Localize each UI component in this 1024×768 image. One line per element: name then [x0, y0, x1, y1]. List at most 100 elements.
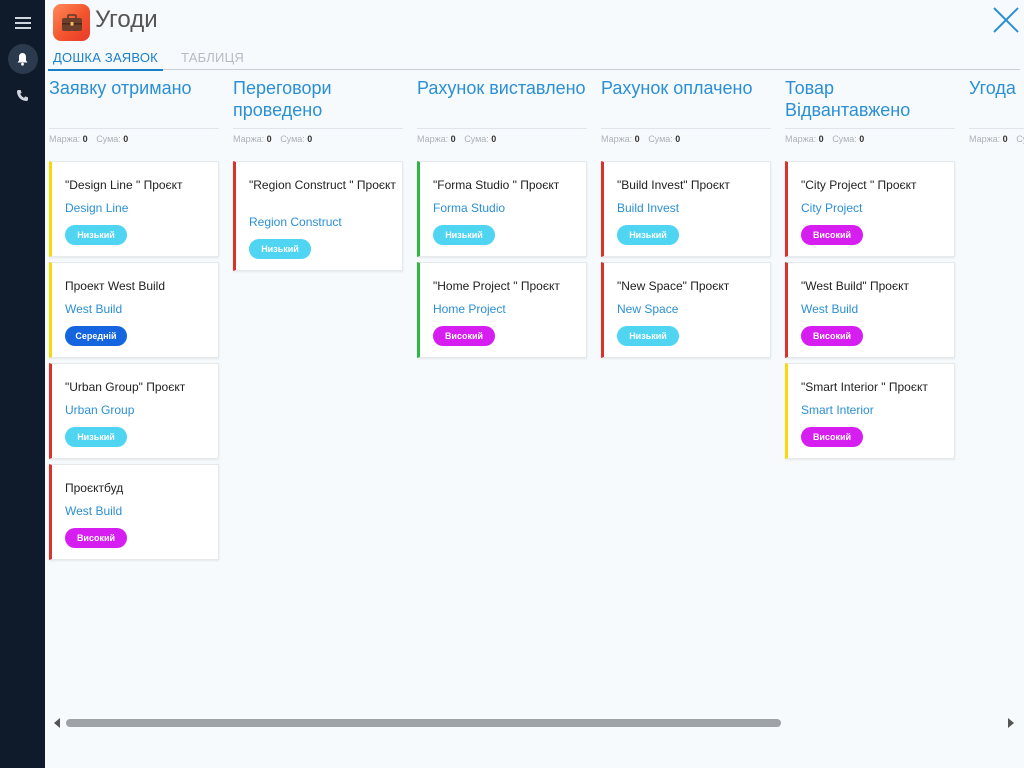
priority-badge: Високий	[433, 326, 495, 346]
margin-value: 0	[1002, 134, 1008, 144]
column-stats: Маржа: 0 Сума: 0	[233, 128, 403, 146]
client-link[interactable]: Build Invest	[617, 201, 679, 215]
deal-title: Проект West Build	[65, 279, 165, 293]
sum-value: 0	[675, 134, 681, 144]
column-title: Рахунок оплачено	[601, 78, 753, 98]
client-link[interactable]: West Build	[65, 504, 122, 518]
menu-button[interactable]	[0, 6, 45, 40]
margin-label: Маржа:	[969, 134, 1001, 144]
client-link[interactable]: New Space	[617, 302, 678, 316]
column-stats: Маржа: 0 Сума: 0	[417, 128, 587, 146]
priority-badge: Високий	[801, 427, 863, 447]
scroll-left-arrow-icon[interactable]	[54, 718, 60, 728]
priority-badge: Низький	[433, 225, 495, 245]
close-button[interactable]	[990, 4, 1022, 36]
priority-badge: Низький	[617, 225, 679, 245]
notifications-button[interactable]	[0, 42, 45, 76]
deal-title: "Build Invest" Проєкт	[617, 178, 730, 192]
sum-label: Сума:	[1016, 134, 1024, 144]
margin-label: Маржа:	[785, 134, 817, 144]
sum-value: 0	[123, 134, 129, 144]
deal-title: "Forma Studio " Проєкт	[433, 178, 560, 192]
column-stats: Маржа: 0 Сума: 0	[49, 128, 219, 146]
tab-table[interactable]: Таблиця	[181, 50, 244, 65]
scrollbar-thumb[interactable]	[66, 719, 781, 727]
margin-label: Маржа:	[49, 134, 81, 144]
priority-badge: Низький	[65, 225, 127, 245]
sum-label: Сума:	[464, 134, 489, 144]
client-link[interactable]: West Build	[801, 302, 858, 316]
page-title: Угоди	[95, 6, 158, 33]
column-stats: Маржа: 0 Сума: 0	[969, 128, 1024, 146]
phone-icon	[17, 89, 28, 101]
priority-badge: Низький	[617, 326, 679, 346]
close-icon	[993, 7, 1019, 33]
scroll-right-arrow-icon[interactable]	[1008, 718, 1014, 728]
column-stats: Маржа: 0 Сума: 0	[785, 128, 955, 146]
deal-card[interactable]: "West Build" Проєкт West Build Високий	[785, 262, 955, 358]
deal-card[interactable]: "City Project " Проєкт City Project Висо…	[785, 161, 955, 257]
column-title: Угода	[969, 78, 1016, 98]
deal-card[interactable]: Проект West Build West Build Середній	[49, 262, 219, 358]
priority-badge: Низький	[65, 427, 127, 447]
sum-label: Сума:	[280, 134, 305, 144]
client-link[interactable]: Home Project	[433, 302, 506, 316]
view-tabs: Дошка заявок Таблиця	[48, 48, 1020, 71]
margin-value: 0	[818, 134, 824, 144]
margin-value: 0	[82, 134, 88, 144]
priority-badge: Високий	[801, 225, 863, 245]
deal-card[interactable]: "Smart Interior " Проєкт Smart Interior …	[785, 363, 955, 459]
margin-value: 0	[266, 134, 272, 144]
deal-card[interactable]: "Urban Group" Проєкт Urban Group Низький	[49, 363, 219, 459]
deal-card[interactable]: "Region Construct " Проєкт Region Constr…	[233, 161, 403, 271]
deal-title: "New Space" Проєкт	[617, 279, 730, 293]
priority-badge: Низький	[249, 239, 311, 259]
calls-button[interactable]	[0, 78, 45, 112]
client-link[interactable]: Smart Interior	[801, 403, 874, 417]
board-horizontal-scrollbar[interactable]	[52, 716, 1018, 730]
client-link[interactable]: Urban Group	[65, 403, 134, 417]
deal-title: "Urban Group" Проєкт	[65, 380, 186, 394]
deal-title: "Region Construct " Проєкт	[249, 178, 396, 192]
column-stats: Маржа: 0 Сума: 0	[601, 128, 771, 146]
sum-label: Сума:	[648, 134, 673, 144]
deal-card[interactable]: "New Space" Проєкт New Space Низький	[601, 262, 771, 358]
margin-label: Маржа:	[601, 134, 633, 144]
deal-title: "Design Line " Проєкт	[65, 178, 183, 192]
tab-board[interactable]: Дошка заявок	[48, 50, 163, 71]
column-title: Рахунок виставлено	[417, 78, 586, 98]
margin-label: Маржа:	[233, 134, 265, 144]
column-title: Товар Відвантавжено	[785, 78, 911, 120]
deal-card[interactable]: "Design Line " Проєкт Design Line Низьки…	[49, 161, 219, 257]
sum-value: 0	[491, 134, 497, 144]
priority-badge: Високий	[65, 528, 127, 548]
deal-card[interactable]: Проєктбуд West Build Високий	[49, 464, 219, 560]
kanban-board: Заявку отримано Маржа: 0 Сума: 0 "Design…	[45, 72, 1024, 712]
bell-icon	[17, 53, 28, 66]
client-link[interactable]: Design Line	[65, 201, 128, 215]
deal-title: Проєктбуд	[65, 481, 124, 495]
client-link[interactable]: Region Construct	[249, 215, 342, 229]
deal-card[interactable]: "Build Invest" Проєкт Build Invest Низьк…	[601, 161, 771, 257]
margin-value: 0	[450, 134, 456, 144]
briefcase-icon	[61, 13, 82, 31]
margin-value: 0	[634, 134, 640, 144]
sum-label: Сума:	[96, 134, 121, 144]
client-link[interactable]: Forma Studio	[433, 201, 505, 215]
sum-value: 0	[859, 134, 865, 144]
margin-label: Маржа:	[417, 134, 449, 144]
app-logo	[53, 4, 90, 41]
deal-card[interactable]: "Home Project " Проєкт Home Project Висо…	[417, 262, 587, 358]
deal-title: "Smart Interior " Проєкт	[801, 380, 928, 394]
priority-badge: Середній	[65, 326, 127, 346]
client-link[interactable]: City Project	[801, 201, 862, 215]
client-link[interactable]: West Build	[65, 302, 122, 316]
deal-card[interactable]: "Forma Studio " Проєкт Forma Studio Низь…	[417, 161, 587, 257]
scrollbar-track[interactable]	[66, 719, 1006, 727]
sum-value: 0	[307, 134, 313, 144]
priority-badge: Високий	[801, 326, 863, 346]
notifications-bg	[7, 44, 38, 74]
hamburger-icon	[14, 17, 31, 29]
left-sidebar	[0, 0, 45, 768]
column-title: Заявку отримано	[49, 78, 192, 98]
